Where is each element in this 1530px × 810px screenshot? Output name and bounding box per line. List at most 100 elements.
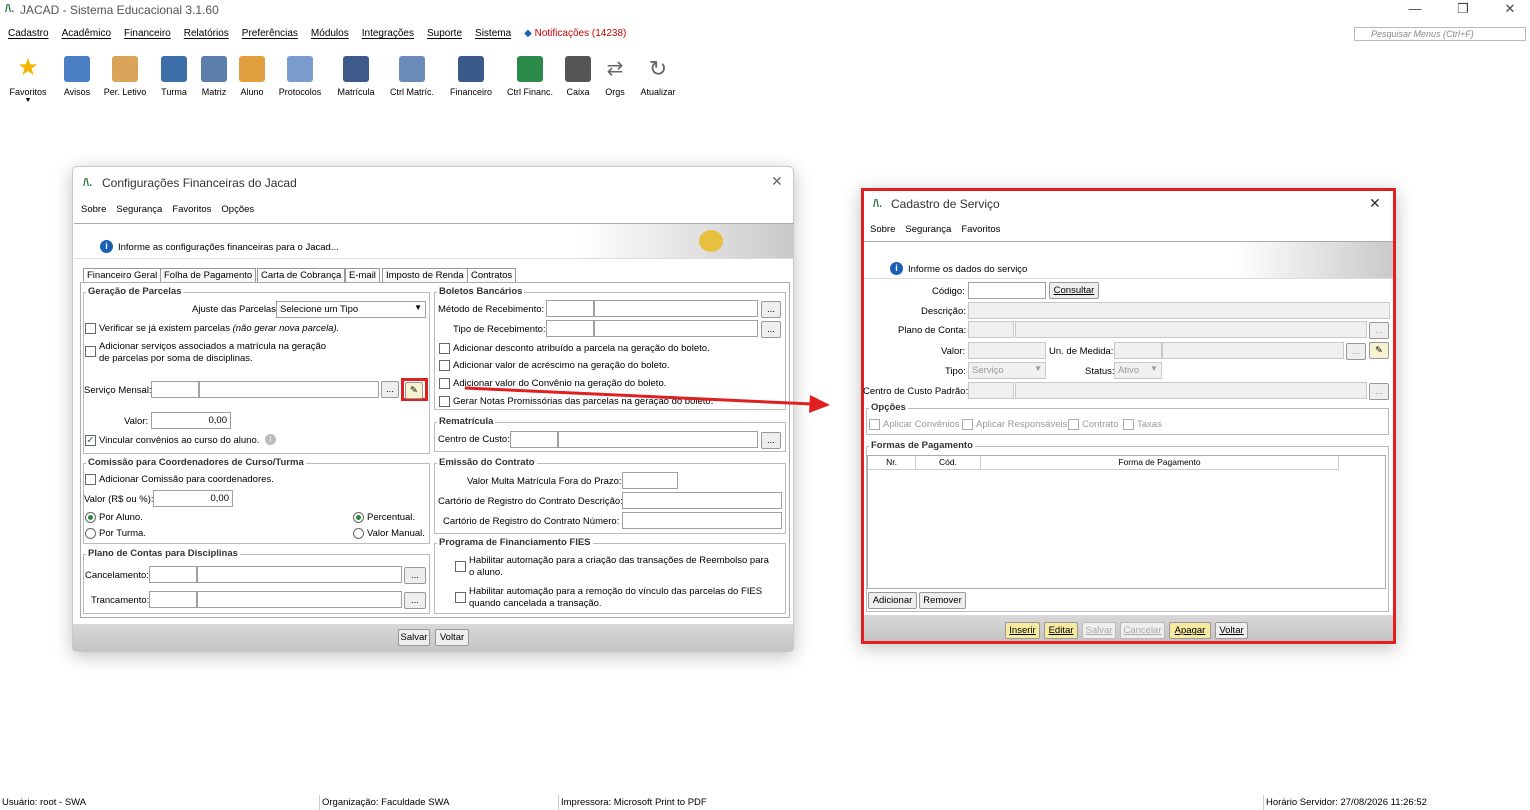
centro-custo-code[interactable] xyxy=(968,382,1014,399)
menu-suporte[interactable]: Suporte xyxy=(427,28,462,39)
vincular-convenios-checkbox[interactable]: ✓ xyxy=(85,435,96,446)
help-icon[interactable]: i xyxy=(265,434,276,445)
comissao-checkbox[interactable] xyxy=(85,474,96,485)
trancamento-code[interactable] xyxy=(149,591,197,608)
menu-academico[interactable]: Acadêmico xyxy=(62,28,111,39)
toolbar-favoritos[interactable]: ★ Favoritos ▼ xyxy=(6,50,50,105)
valor-manual-radio[interactable] xyxy=(353,528,364,539)
toolbar-aluno[interactable]: Aluno xyxy=(234,50,270,97)
menu-relatorios[interactable]: Relatórios xyxy=(184,28,229,39)
toolbar-orgs[interactable]: ⇄ Orgs xyxy=(600,50,630,97)
menu-favoritos[interactable]: Favoritos xyxy=(172,204,211,215)
taxas-checkbox[interactable] xyxy=(1123,419,1134,430)
table-header-nr[interactable]: Nr. xyxy=(868,456,916,470)
menu-opcoes[interactable]: Opções xyxy=(221,204,254,215)
menu-sobre[interactable]: Sobre xyxy=(81,204,106,215)
pencil-icon[interactable]: ✎ xyxy=(1369,342,1389,359)
menu-financeiro[interactable]: Financeiro xyxy=(124,28,171,39)
verificar-parcelas-checkbox[interactable] xyxy=(85,323,96,334)
tab-carta-cobranca[interactable]: Carta de Cobrança xyxy=(257,268,346,282)
tab-imposto-renda[interactable]: Imposto de Renda xyxy=(382,268,468,282)
tab-folha-pagamento[interactable]: Folha de Pagamento xyxy=(160,268,257,282)
adicionar-button[interactable]: Adicionar xyxy=(868,592,917,609)
close-icon[interactable]: ✕ xyxy=(1490,0,1530,20)
fies-remocao-checkbox[interactable] xyxy=(455,592,466,603)
convenio-checkbox[interactable] xyxy=(439,378,450,389)
toolbar-ctrl-financ[interactable]: Ctrl Financ. xyxy=(502,50,558,97)
aplicar-convenios-checkbox[interactable] xyxy=(869,419,880,430)
servico-mensal-code[interactable] xyxy=(151,381,199,398)
plano-conta-desc[interactable] xyxy=(1015,321,1367,338)
desconto-checkbox[interactable] xyxy=(439,343,450,354)
fies-reembolso-checkbox[interactable] xyxy=(455,561,466,572)
table-header-forma[interactable]: Forma de Pagamento xyxy=(981,456,1339,470)
toolbar-atualizar[interactable]: ↻ Atualizar xyxy=(636,50,680,97)
promissorias-checkbox[interactable] xyxy=(439,396,450,407)
cartorio-num-input[interactable] xyxy=(622,512,782,529)
unidade-desc[interactable] xyxy=(1162,342,1344,359)
toolbar-per-letivo[interactable]: Per. Letivo xyxy=(100,50,150,97)
close-icon[interactable]: ✕ xyxy=(1369,195,1381,212)
percentual-radio[interactable] xyxy=(353,512,364,523)
acrescimo-checkbox[interactable] xyxy=(439,360,450,371)
adicionar-servicos-checkbox[interactable] xyxy=(85,346,96,357)
restore-icon[interactable]: ❐ xyxy=(1443,0,1483,20)
tipo-desc[interactable] xyxy=(594,320,758,337)
aplicar-responsaveis-checkbox[interactable] xyxy=(962,419,973,430)
unidade-browse-button[interactable]: ... xyxy=(1346,343,1366,360)
descricao-input[interactable] xyxy=(968,302,1390,319)
pencil-icon[interactable]: ✎ xyxy=(405,382,423,399)
toolbar-protocolos[interactable]: Protocolos xyxy=(274,50,326,97)
por-aluno-radio[interactable] xyxy=(85,512,96,523)
menu-seguranca[interactable]: Segurança xyxy=(116,204,162,215)
valor-input[interactable] xyxy=(968,342,1046,359)
menu-preferencias[interactable]: Preferências xyxy=(242,28,298,39)
menu-search-input[interactable]: Pesquisar Menus (Ctrl+F) xyxy=(1354,27,1526,41)
trancamento-desc[interactable] xyxy=(197,591,402,608)
minimize-icon[interactable]: — xyxy=(1395,0,1435,20)
valor-input[interactable]: 0,00 xyxy=(151,412,231,429)
centro-custo-code[interactable] xyxy=(510,431,558,448)
ajuste-select[interactable]: Selecione um Tipo ▼ xyxy=(276,301,426,318)
menu-notificacoes[interactable]: Notificações (14238) xyxy=(535,28,627,39)
toolbar-turma[interactable]: Turma xyxy=(156,50,192,97)
consultar-button[interactable]: Consultar xyxy=(1049,282,1099,299)
tipo-browse-button[interactable]: ... xyxy=(761,321,781,338)
table-header-cod[interactable]: Cód. xyxy=(916,456,981,470)
servico-mensal-desc[interactable] xyxy=(199,381,379,398)
menu-favoritos[interactable]: Favoritos xyxy=(961,224,1000,235)
toolbar-matriz[interactable]: Matriz xyxy=(196,50,232,97)
centro-custo-browse-button[interactable]: ... xyxy=(1369,383,1389,400)
codigo-input[interactable] xyxy=(968,282,1046,299)
contrato-checkbox[interactable] xyxy=(1068,419,1079,430)
remover-button[interactable]: Remover xyxy=(919,592,966,609)
cartorio-desc-input[interactable] xyxy=(622,492,782,509)
salvar-button[interactable]: Salvar xyxy=(398,629,430,646)
metodo-browse-button[interactable]: ... xyxy=(761,301,781,318)
voltar-button[interactable]: Voltar xyxy=(435,629,469,646)
comissao-valor-input[interactable]: 0,00 xyxy=(153,490,233,507)
tab-financeiro-geral[interactable]: Financeiro Geral xyxy=(83,268,162,282)
metodo-desc[interactable] xyxy=(594,300,758,317)
tipo-select[interactable]: Serviço ▼ xyxy=(968,362,1046,379)
menu-cadastro[interactable]: Cadastro xyxy=(8,28,49,39)
tipo-code[interactable] xyxy=(546,320,594,337)
status-select[interactable]: Ativo ▼ xyxy=(1114,362,1162,379)
multa-input[interactable] xyxy=(622,472,678,489)
plano-conta-browse-button[interactable]: ... xyxy=(1369,322,1389,339)
toolbar-ctrl-matric[interactable]: Ctrl Matríc. xyxy=(386,50,438,97)
metodo-code[interactable] xyxy=(546,300,594,317)
close-icon[interactable]: ✕ xyxy=(771,173,783,190)
servico-mensal-browse-button[interactable]: ... xyxy=(381,381,399,398)
menu-integracoes[interactable]: Integrações xyxy=(362,28,414,39)
centro-custo-desc[interactable] xyxy=(1015,382,1367,399)
cancelar-button[interactable]: Cancelar xyxy=(1120,622,1165,639)
inserir-button[interactable]: Inserir xyxy=(1005,622,1040,639)
toolbar-matricula[interactable]: Matrícula xyxy=(332,50,380,97)
editar-button[interactable]: Editar xyxy=(1044,622,1078,639)
voltar-button[interactable]: Voltar xyxy=(1215,622,1248,639)
menu-modulos[interactable]: Módulos xyxy=(311,28,349,39)
cancelamento-browse-button[interactable]: ... xyxy=(404,567,426,584)
toolbar-caixa[interactable]: Caixa xyxy=(562,50,594,97)
menu-sobre[interactable]: Sobre xyxy=(870,224,895,235)
